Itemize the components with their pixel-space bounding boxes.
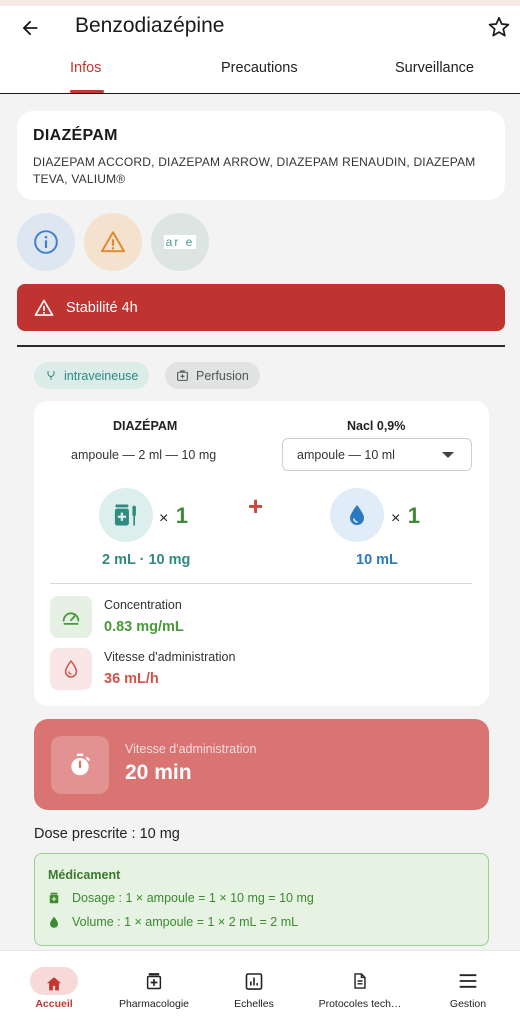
preparation-card: DIAZÉPAM ampoule — 2 ml — 10 mg Nacl 0,9… bbox=[34, 401, 489, 706]
bottom-navigation: Accueil Pharmacologie Echelles Protocole… bbox=[0, 950, 520, 1021]
drug-vial-badge bbox=[99, 488, 153, 542]
star-outline-icon bbox=[488, 16, 510, 37]
nav-item-gestion[interactable]: Gestion bbox=[428, 951, 508, 1021]
nav-label-accueil: Accueil bbox=[35, 998, 73, 1010]
concentration-label: Concentration bbox=[104, 598, 182, 612]
nav-item-echelles[interactable]: Echelles bbox=[214, 951, 294, 1021]
document-icon bbox=[354, 973, 366, 989]
prescribed-dose: Dose prescrite : 10 mg bbox=[34, 826, 180, 842]
speed-value: 36 mL/h bbox=[104, 671, 159, 687]
info-button[interactable] bbox=[17, 213, 75, 271]
home-icon-pill bbox=[30, 967, 78, 995]
back-button[interactable] bbox=[14, 12, 46, 44]
route-chip: intraveineuse bbox=[34, 362, 150, 389]
diluent-select-value: ampoule — 10 ml bbox=[297, 447, 395, 462]
arrow-back-icon bbox=[22, 20, 38, 36]
medicine-vial-icon bbox=[114, 504, 136, 526]
drop-outline-icon bbox=[64, 659, 78, 678]
diluent-count: 1 bbox=[407, 503, 421, 528]
dosage-text: Dosage : 1 × ampoule = 1 × 10 mg = 10 mg bbox=[72, 891, 314, 905]
nav-item-pharmacologie[interactable]: Pharmacologie bbox=[104, 951, 204, 1021]
app-bar: Benzodiazépine Infos Precautions Surveil… bbox=[0, 6, 520, 94]
nav-icon-wrap bbox=[145, 967, 163, 995]
active-tab-indicator bbox=[70, 90, 104, 93]
mode-chip-label: Perfusion bbox=[196, 368, 249, 383]
stability-alert: Stabilité 4h bbox=[17, 284, 505, 331]
stopwatch-icon bbox=[71, 753, 90, 776]
nav-icon-wrap bbox=[245, 967, 264, 995]
care-label: ar e bbox=[163, 235, 197, 249]
tab-precautions[interactable]: Precautions bbox=[221, 60, 298, 76]
nav-item-protocoles[interactable]: Protocoles tech… bbox=[306, 951, 414, 1021]
page-title: Benzodiazépine bbox=[75, 14, 225, 37]
concentration-badge bbox=[50, 596, 92, 638]
medication-summary: Médicament Dosage : 1 × ampoule = 1 × 10… bbox=[34, 853, 489, 946]
dropdown-arrow-icon bbox=[442, 452, 454, 458]
drug-quantity: 2 mL · 10 mg bbox=[102, 552, 191, 568]
administration-rate-card: Vitesse d'administration 20 min bbox=[34, 719, 489, 810]
water-drop-icon bbox=[50, 916, 58, 928]
rate-label: Vitesse d'administration bbox=[125, 742, 257, 756]
rate-value: 20 min bbox=[125, 761, 192, 784]
warning-button[interactable] bbox=[84, 213, 142, 271]
volume-text: Volume : 1 × ampoule = 1 × 2 mL = 2 mL bbox=[72, 915, 299, 929]
medicine-box-icon bbox=[146, 973, 162, 990]
drug-name: DIAZÉPAM bbox=[33, 127, 118, 144]
route-chip-label: intraveineuse bbox=[64, 368, 139, 383]
info-icon bbox=[34, 230, 58, 254]
warning-icon bbox=[34, 299, 54, 316]
plus-sign: + bbox=[248, 491, 264, 521]
iv-line-icon bbox=[47, 371, 55, 380]
tab-surveillance[interactable]: Surveillance bbox=[395, 60, 474, 76]
divider bbox=[50, 583, 472, 584]
nav-icon-wrap bbox=[458, 967, 478, 995]
nav-label-gestion: Gestion bbox=[449, 998, 487, 1010]
care-button[interactable]: ar e bbox=[151, 213, 209, 271]
medicine-bottle-icon bbox=[49, 892, 59, 904]
speedometer-icon bbox=[62, 612, 80, 625]
nav-item-accueil[interactable]: Accueil bbox=[14, 951, 94, 1021]
diluent-column-header: Nacl 0,9% bbox=[347, 419, 406, 433]
medical-bag-icon bbox=[177, 370, 188, 381]
drug-card: DIAZÉPAM DIAZEPAM ACCORD, DIAZEPAM ARROW… bbox=[17, 111, 505, 200]
drug-column-header: DIAZÉPAM bbox=[113, 419, 178, 433]
drug-count: 1 bbox=[175, 503, 189, 528]
speed-label: Vitesse d'administration bbox=[104, 650, 236, 664]
diluent-badge bbox=[330, 488, 384, 542]
concentration-value: 0.83 mg/mL bbox=[104, 619, 184, 635]
favorite-button[interactable] bbox=[484, 12, 514, 42]
diluent-select[interactable]: ampoule — 10 ml bbox=[282, 438, 472, 471]
nav-label-echelles: Echelles bbox=[234, 998, 274, 1010]
diluent-quantity: 10 mL bbox=[356, 552, 398, 568]
diluent-times-sign: × bbox=[391, 510, 405, 527]
home-icon bbox=[46, 976, 62, 990]
menu-icon bbox=[459, 974, 477, 988]
medication-title: Médicament bbox=[48, 868, 121, 882]
dosage-line: Dosage : 1 × ampoule = 1 × 10 mg = 10 mg bbox=[48, 891, 314, 905]
diluent-multiplier: × 1 bbox=[391, 503, 420, 529]
drug-multiplier: × 1 bbox=[159, 503, 188, 529]
warning-icon bbox=[100, 231, 126, 253]
speed-badge bbox=[50, 648, 92, 690]
chart-icon bbox=[245, 972, 263, 990]
volume-line: Volume : 1 × ampoule = 1 × 2 mL = 2 mL bbox=[48, 915, 298, 929]
divider bbox=[17, 345, 505, 347]
drug-form: ampoule — 2 ml — 10 mg bbox=[71, 448, 217, 462]
nav-icon-wrap bbox=[352, 967, 369, 995]
water-drop-icon bbox=[350, 505, 364, 525]
nav-label-protocoles: Protocoles tech… bbox=[318, 998, 402, 1010]
drug-brands: DIAZEPAM ACCORD, DIAZEPAM ARROW, DIAZEPA… bbox=[33, 155, 476, 186]
tab-infos[interactable]: Infos bbox=[70, 60, 101, 76]
drug-times-sign: × bbox=[159, 510, 173, 527]
nav-label-pharmacologie: Pharmacologie bbox=[118, 998, 190, 1010]
mode-chip: Perfusion bbox=[165, 362, 260, 389]
alert-text: Stabilité 4h bbox=[66, 299, 138, 316]
stopwatch-badge bbox=[51, 736, 109, 794]
